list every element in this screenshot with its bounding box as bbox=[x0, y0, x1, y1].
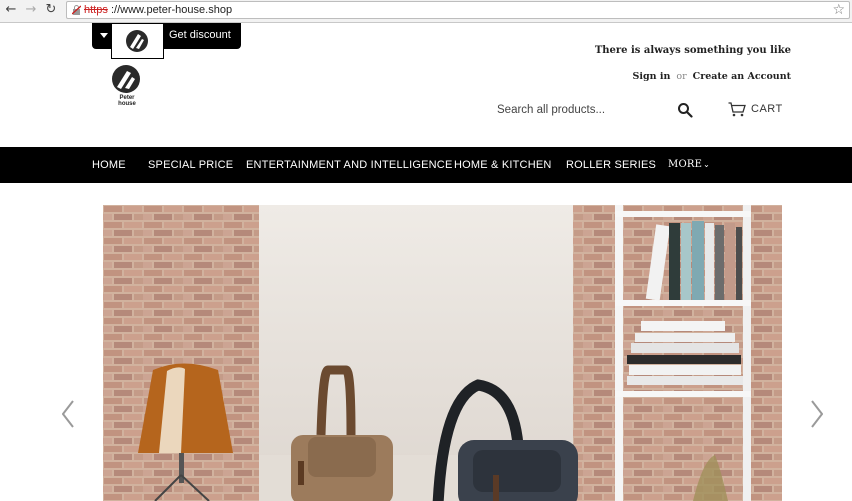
create-account-link[interactable]: Create an Account bbox=[693, 71, 791, 82]
nav-item-home-kitchen[interactable]: HOME & KITCHEN bbox=[454, 159, 552, 171]
get-discount-label: Get discount bbox=[169, 29, 231, 41]
address-bar[interactable]: https ://www.peter-house.shop ☆ bbox=[66, 1, 850, 19]
reload-icon[interactable]: ↻ bbox=[44, 3, 58, 17]
caret-down-icon bbox=[100, 33, 108, 38]
tagline: There is always something you like bbox=[594, 45, 791, 56]
forward-arrow-icon[interactable]: → bbox=[24, 3, 38, 17]
get-discount-button[interactable]: Get discount bbox=[92, 23, 241, 59]
nav-more-label: MORE bbox=[668, 159, 703, 170]
nav-item-entertainment[interactable]: ENTERTAINMENT AND INTELLIGENCE bbox=[246, 159, 452, 171]
nav-item-roller-series[interactable]: ROLLER SERIES bbox=[566, 159, 656, 171]
insecure-lock-icon bbox=[72, 5, 81, 15]
or-separator: or bbox=[676, 71, 687, 82]
cart-icon bbox=[728, 102, 746, 117]
star-icon[interactable]: ☆ bbox=[832, 2, 845, 18]
url-text: ://www.peter-house.shop bbox=[111, 4, 233, 16]
brand-logo-icon bbox=[112, 65, 140, 93]
cart-label: CART bbox=[751, 103, 783, 115]
browser-toolbar: ← → ↻ https ://www.peter-house.shop ☆ bbox=[0, 0, 852, 23]
logo-text: Peter house bbox=[118, 95, 136, 107]
hero-slide-image[interactable] bbox=[103, 205, 782, 501]
account-links: Sign in or Create an Account bbox=[633, 71, 791, 82]
nav-item-special-price[interactable]: SPECIAL PRICE bbox=[148, 159, 233, 171]
back-arrow-icon[interactable]: ← bbox=[4, 3, 18, 17]
nav-item-more[interactable]: MORE⌄ bbox=[668, 159, 710, 170]
chevron-right-icon[interactable] bbox=[811, 400, 823, 428]
main-nav: HOME SPECIAL PRICE ENTERTAINMENT AND INT… bbox=[0, 147, 852, 183]
search-form bbox=[497, 100, 697, 122]
nav-item-home[interactable]: HOME bbox=[92, 159, 126, 171]
site-logo[interactable]: Peter house bbox=[110, 64, 144, 107]
chevron-left-icon[interactable] bbox=[62, 400, 74, 428]
hero-photo bbox=[103, 205, 782, 501]
search-icon[interactable] bbox=[677, 102, 693, 118]
brand-logo-icon bbox=[126, 30, 148, 52]
url-scheme: https bbox=[84, 4, 108, 16]
discount-logo bbox=[111, 23, 164, 59]
chevron-down-icon: ⌄ bbox=[703, 160, 710, 169]
signin-link[interactable]: Sign in bbox=[633, 71, 671, 82]
search-input[interactable] bbox=[497, 100, 667, 120]
